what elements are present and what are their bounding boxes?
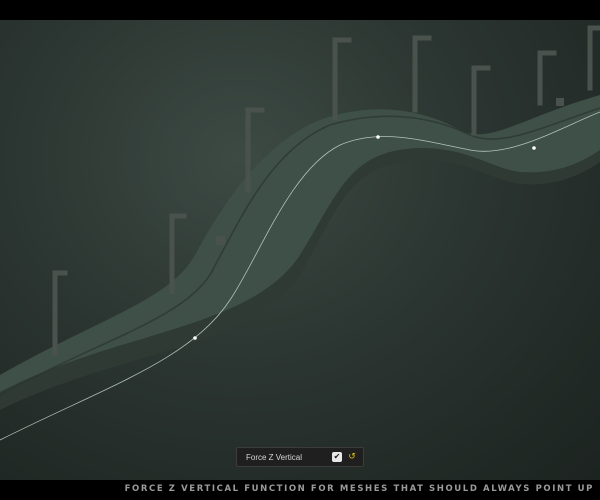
lamp-post — [471, 65, 491, 136]
reset-arrow-icon[interactable]: ↺ — [347, 452, 357, 462]
road-prop — [556, 98, 564, 106]
road-surface — [0, 95, 600, 392]
road-prop — [216, 236, 225, 245]
letterbox-top — [0, 0, 600, 20]
lamp-post — [537, 50, 557, 106]
spline-point[interactable] — [532, 146, 536, 150]
video-caption: FORCE Z VERTICAL FUNCTION FOR MESHES THA… — [124, 484, 594, 494]
checkbox-checked-icon[interactable]: ✔ — [332, 452, 342, 462]
spline-point[interactable] — [193, 336, 197, 340]
3d-viewport[interactable] — [0, 20, 600, 480]
lamp-post — [587, 25, 600, 91]
lamp-post — [412, 35, 432, 113]
property-label: Force Z Vertical — [246, 452, 303, 462]
force-z-vertical-property: Force Z Vertical ✔ ↺ — [236, 447, 364, 467]
lamp-post — [332, 37, 352, 121]
spline-point[interactable] — [376, 135, 380, 139]
road-scene — [0, 25, 600, 441]
